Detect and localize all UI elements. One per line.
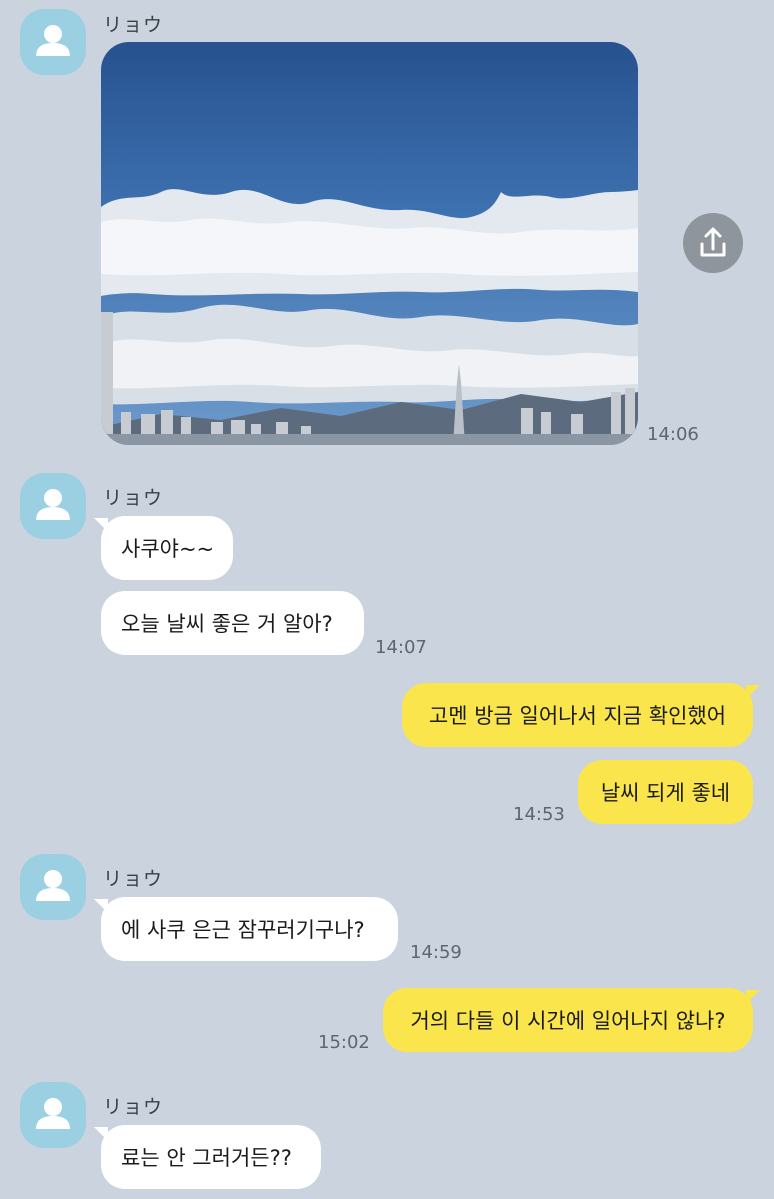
- default-person-icon: [36, 1098, 70, 1129]
- share-button[interactable]: [683, 213, 743, 273]
- sender-avatar[interactable]: [20, 854, 86, 920]
- message-bubble[interactable]: 거의 다들 이 시간에 일어나지 않나?: [383, 988, 753, 1052]
- message-time: 14:06: [647, 424, 699, 445]
- message-time: 14:07: [375, 637, 427, 658]
- sender-name: リョウ: [103, 1096, 164, 1118]
- default-person-icon: [36, 25, 70, 56]
- message-bubble[interactable]: 오늘 날씨 좋은 거 알아?: [101, 591, 364, 655]
- message-bubble[interactable]: 에 사쿠 은근 잠꾸러기구나?: [101, 897, 398, 961]
- message-time: 14:53: [513, 804, 565, 825]
- message-time: 14:59: [410, 942, 462, 963]
- sender-avatar[interactable]: [20, 1082, 86, 1148]
- sender-name: リョウ: [103, 14, 164, 36]
- sender-avatar[interactable]: [20, 473, 86, 539]
- message-bubble[interactable]: 료는 안 그러거든??: [101, 1125, 321, 1189]
- shared-photo[interactable]: [101, 42, 638, 445]
- message-time: 15:02: [318, 1032, 370, 1053]
- message-bubble[interactable]: 사쿠야~~: [101, 516, 233, 580]
- message-bubble[interactable]: 날씨 되게 좋네: [578, 760, 753, 824]
- share-upload-icon: [700, 227, 726, 257]
- sender-name: リョウ: [103, 868, 164, 890]
- sender-avatar[interactable]: [20, 9, 86, 75]
- default-person-icon: [36, 870, 70, 901]
- message-bubble[interactable]: 고멘 방금 일어나서 지금 확인했어: [402, 683, 753, 747]
- default-person-icon: [36, 489, 70, 520]
- sender-name: リョウ: [103, 487, 164, 509]
